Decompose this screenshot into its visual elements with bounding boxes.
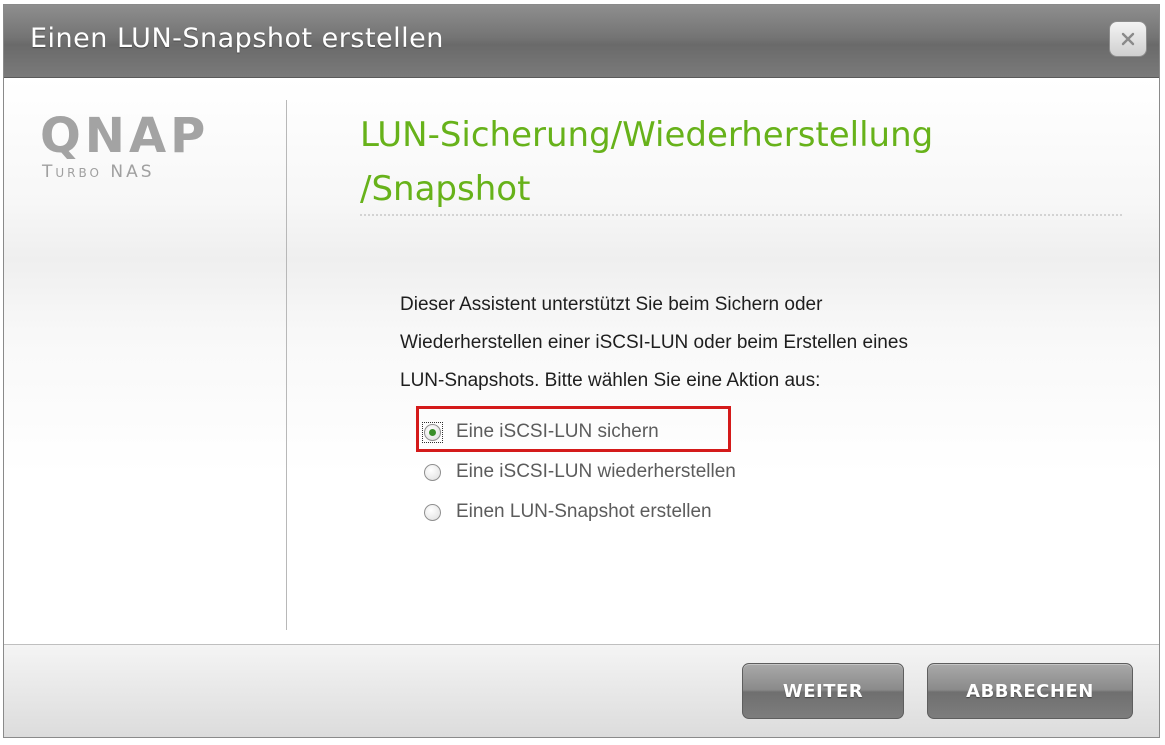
heading-line-1: LUN-Sicherung/Wiederherstellung [360, 115, 934, 155]
close-button[interactable] [1109, 21, 1147, 57]
dialog-content: QNAP Turbo NAS LUN-Sicherung/Wiederherst… [4, 78, 1159, 644]
snapshot-dialog: Einen LUN-Snapshot erstellen QNAP Turbo … [3, 4, 1160, 738]
logo-product: Turbo NAS [42, 162, 155, 182]
dialog-title: Einen LUN-Snapshot erstellen [30, 23, 444, 54]
option-backup-lun[interactable]: Eine iSCSI-LUN sichern [416, 406, 736, 452]
qnap-logo: QNAP Turbo NAS [40, 108, 210, 182]
vertical-divider [286, 100, 287, 630]
focus-ring [422, 421, 443, 443]
cancel-button[interactable]: ABBRECHEN [927, 663, 1133, 719]
action-options: Eine iSCSI-LUN sichern Eine iSCSI-LUN wi… [416, 406, 736, 532]
radio-restore-lun[interactable] [424, 463, 441, 481]
description-line-1: Dieser Assistent unterstützt Sie beim Si… [400, 294, 823, 315]
heading-line-2: /Snapshot [360, 169, 531, 209]
description-line-2: Wiederherstellen einer iSCSI-LUN oder be… [400, 332, 908, 353]
option-label[interactable]: Eine iSCSI-LUN sichern [456, 421, 659, 443]
heading-divider [360, 214, 1122, 216]
option-restore-lun[interactable]: Eine iSCSI-LUN wiederherstellen [424, 452, 736, 492]
dialog-footer: WEITER ABBRECHEN [4, 644, 1159, 737]
close-icon [1121, 32, 1135, 46]
radio-create-snapshot[interactable] [424, 503, 441, 521]
dialog-titlebar[interactable]: Einen LUN-Snapshot erstellen [4, 5, 1159, 78]
radio-backup-lun[interactable] [422, 421, 443, 443]
description-line-3: LUN-Snapshots. Bitte wählen Sie eine Akt… [400, 370, 821, 391]
wizard-heading: LUN-Sicherung/Wiederherstellung /Snapsho… [360, 108, 1060, 216]
option-create-snapshot[interactable]: Einen LUN-Snapshot erstellen [424, 492, 736, 532]
option-label[interactable]: Eine iSCSI-LUN wiederherstellen [456, 461, 736, 483]
next-button[interactable]: WEITER [742, 663, 904, 719]
wizard-description: Dieser Assistent unterstützt Sie beim Si… [400, 286, 1100, 400]
logo-brand: QNAP [40, 108, 210, 164]
option-label[interactable]: Einen LUN-Snapshot erstellen [456, 501, 712, 523]
